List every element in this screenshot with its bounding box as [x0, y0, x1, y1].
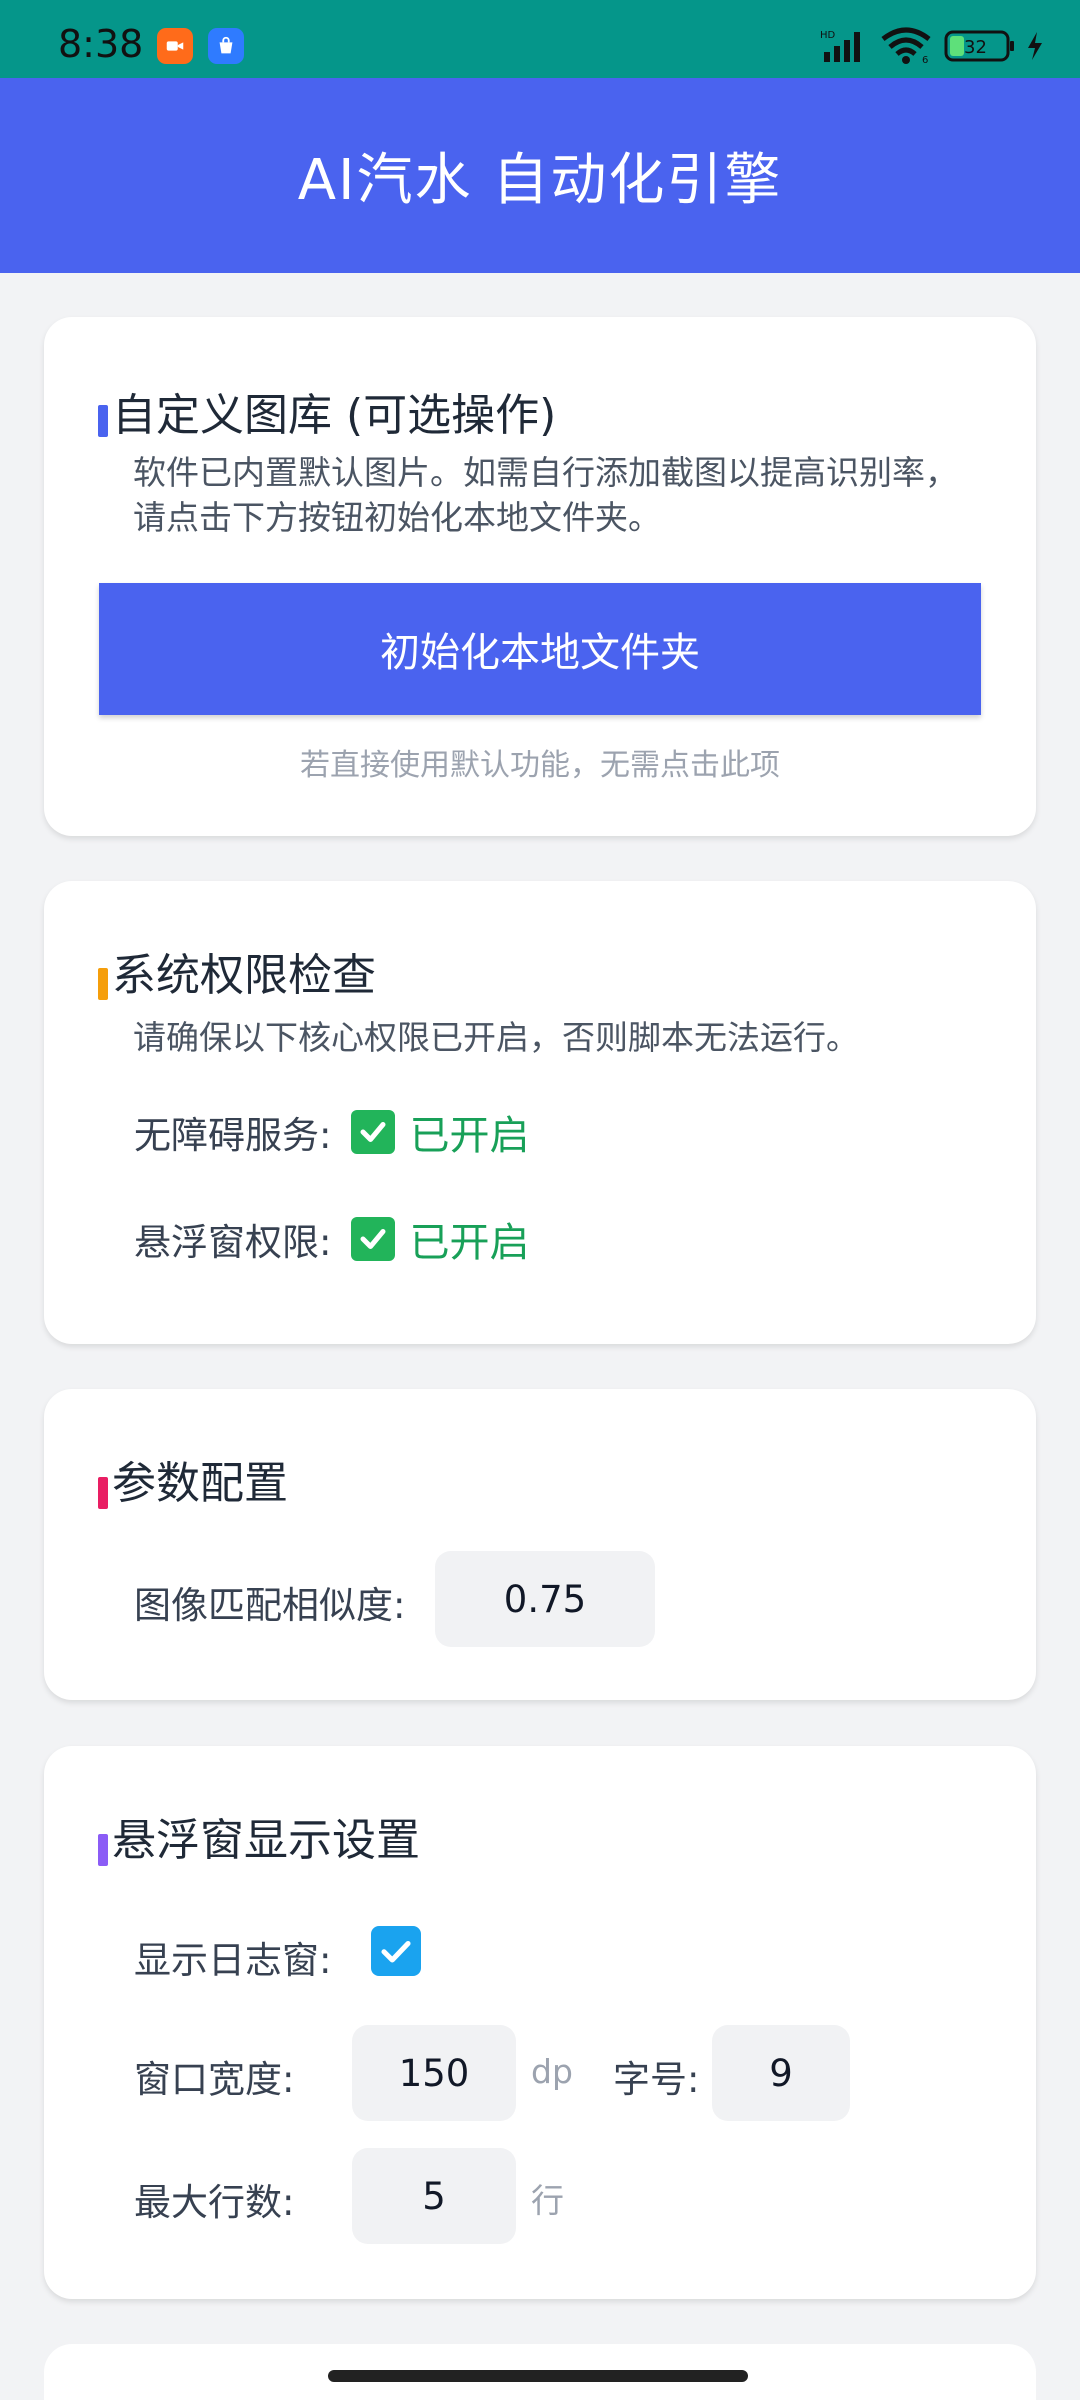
status-bar: 8:38 HD 6 32	[0, 0, 1080, 78]
float-window-card: 悬浮窗显示设置 显示日志窗: 窗口宽度: 150 dp 字号: 9 最大行数: …	[44, 1746, 1036, 2299]
window-width-input[interactable]: 150	[352, 2025, 516, 2121]
status-time: 8:38	[58, 22, 144, 66]
gallery-card-title: 自定义图库 (可选操作)	[112, 390, 557, 441]
similarity-input[interactable]: 0.75	[435, 1551, 655, 1647]
app-title: AI汽水 自动化引擎	[297, 148, 783, 213]
gallery-title-accent	[98, 405, 108, 437]
svg-text:HD: HD	[820, 30, 836, 41]
permission-card-title: 系统权限检查	[112, 950, 376, 1001]
app-store-icon	[208, 28, 244, 64]
check-mark-icon	[351, 1110, 396, 1154]
checkmark-icon	[381, 1940, 411, 1963]
wifi-icon: 6	[881, 27, 931, 65]
float-card-title: 悬浮窗显示设置	[112, 1815, 420, 1866]
accessibility-permission-row: 无障碍服务: 已开启	[134, 1103, 529, 1161]
max-lines-unit: 行	[531, 2181, 564, 2220]
gallery-desc-line-1: 软件已内置默认图片。如需自行添加截图以提高识别率，	[133, 453, 958, 492]
overlay-status: 已开启	[409, 1220, 530, 1266]
overlay-label: 悬浮窗权限:	[134, 1221, 332, 1264]
accessibility-status: 已开启	[409, 1113, 530, 1159]
gallery-card: 自定义图库 (可选操作) 软件已内置默认图片。如需自行添加截图以提高识别率， 请…	[44, 317, 1036, 836]
screen-record-icon	[157, 28, 193, 64]
svg-text:6: 6	[922, 55, 928, 65]
show-log-label: 显示日志窗:	[134, 1939, 332, 1982]
home-indicator[interactable]	[328, 2370, 748, 2382]
check-mark-icon	[351, 1217, 396, 1261]
font-size-label: 字号:	[613, 2058, 700, 2101]
permission-card: 系统权限检查 请确保以下核心权限已开启，否则脚本无法运行。 无障碍服务: 已开启…	[44, 881, 1036, 1344]
gallery-hint: 若直接使用默认功能，无需点击此项	[300, 748, 780, 783]
battery-level: 32	[964, 37, 987, 58]
permission-desc: 请确保以下核心权限已开启，否则脚本无法运行。	[133, 1018, 859, 1057]
params-title-accent	[98, 1477, 108, 1509]
gallery-desc-line-2: 请点击下方按钮初始化本地文件夹。	[133, 498, 661, 537]
status-icons: HD 6 32	[820, 26, 1044, 66]
charging-icon	[1028, 32, 1042, 60]
font-size-input[interactable]: 9	[712, 2025, 850, 2121]
permission-title-accent	[98, 968, 108, 1000]
params-card-title: 参数配置	[112, 1458, 288, 1509]
init-folder-button[interactable]: 初始化本地文件夹	[99, 583, 981, 715]
battery-icon: 32	[944, 30, 1014, 62]
window-width-label: 窗口宽度:	[134, 2058, 295, 2101]
show-log-checkbox[interactable]	[371, 1926, 421, 1976]
app-header: AI汽水 自动化引擎	[0, 78, 1080, 273]
max-lines-label: 最大行数:	[134, 2181, 295, 2224]
params-card: 参数配置 图像匹配相似度: 0.75	[44, 1389, 1036, 1700]
hd-signal-icon: HD	[820, 30, 860, 62]
accessibility-label: 无障碍服务:	[134, 1114, 332, 1157]
overlay-permission-row: 悬浮窗权限: 已开启	[134, 1210, 529, 1268]
float-title-accent	[98, 1834, 108, 1866]
window-width-unit: dp	[531, 2052, 573, 2091]
similarity-label: 图像匹配相似度:	[134, 1584, 406, 1627]
max-lines-input[interactable]: 5	[352, 2148, 516, 2244]
